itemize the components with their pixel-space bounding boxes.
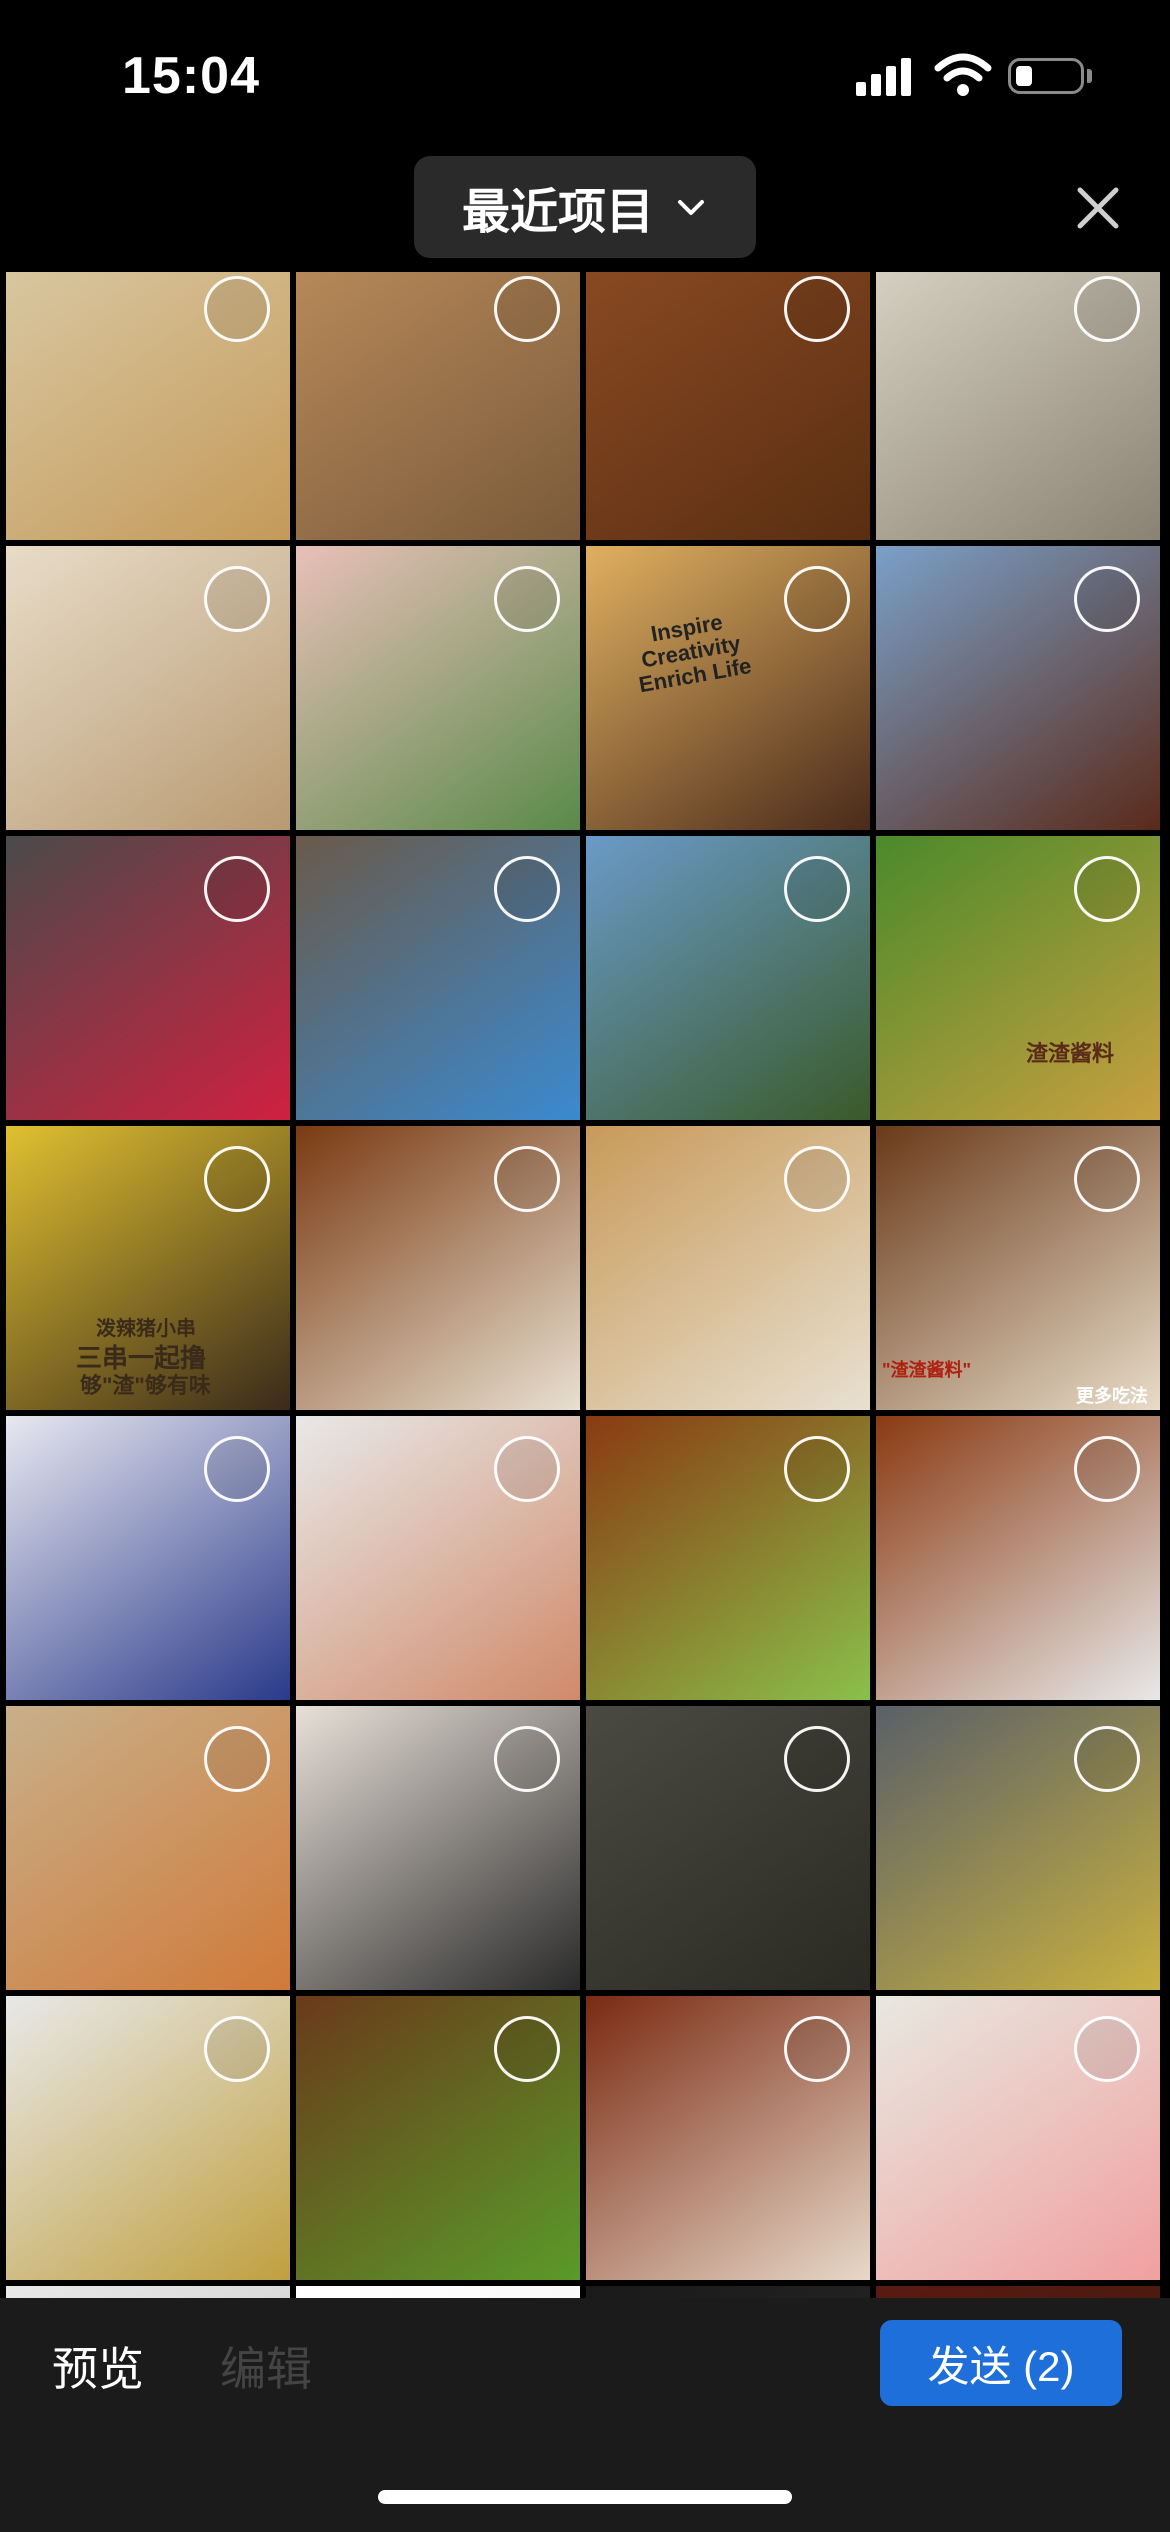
album-selector[interactable]: 最近项目 <box>414 156 756 258</box>
photo-tv-room[interactable] <box>296 836 580 1120</box>
edit-button[interactable]: 编辑 <box>220 2333 312 2399</box>
select-circle-icon[interactable] <box>1074 2016 1140 2082</box>
select-circle-icon[interactable] <box>1074 566 1140 632</box>
photo-text-skewer-sign-1: 泼辣猪小串 <box>96 1318 196 1340</box>
photo-pancakes-sauce[interactable] <box>6 272 290 540</box>
select-circle-icon[interactable] <box>494 1436 560 1502</box>
select-circle-icon[interactable] <box>1074 1726 1140 1792</box>
photo-meat-stew[interactable] <box>586 1996 870 2280</box>
select-circle-icon[interactable] <box>204 1726 270 1792</box>
photo-fried-rice-claypot[interactable] <box>296 272 580 540</box>
select-circle-icon[interactable] <box>784 1726 850 1792</box>
photo-pork-trotters[interactable] <box>296 1126 580 1410</box>
photo-text-beans-sign: 渣渣酱料 <box>1026 1041 1115 1066</box>
photo-grid: Inspire Creativity Enrich Life 渣渣酱料泼辣猪小串三… <box>0 272 1170 2298</box>
photo-spring-rolls[interactable] <box>296 1416 580 1700</box>
photo-partial-4[interactable] <box>876 2286 1160 2298</box>
select-circle-icon[interactable] <box>204 566 270 632</box>
photo-roast-duck-salad[interactable] <box>876 1416 1160 1700</box>
album-title: 最近项目 <box>461 186 654 239</box>
photo-oysters[interactable] <box>876 272 1160 540</box>
select-circle-icon[interactable] <box>204 1146 270 1212</box>
photo-green-beans[interactable]: 渣渣酱料 <box>876 836 1160 1120</box>
select-circle-icon[interactable] <box>204 856 270 922</box>
select-circle-icon[interactable] <box>784 2016 850 2082</box>
photo-egg-tarts[interactable]: Inspire Creativity Enrich Life <box>586 546 870 830</box>
wifi-icon <box>934 53 992 96</box>
select-circle-icon[interactable] <box>1074 276 1140 342</box>
select-circle-icon[interactable] <box>1074 1146 1140 1212</box>
select-circle-icon[interactable] <box>204 2016 270 2082</box>
select-circle-icon[interactable] <box>1074 856 1140 922</box>
photo-mooncake-hand[interactable] <box>296 546 580 830</box>
photo-partial-1[interactable] <box>6 2286 290 2298</box>
select-circle-icon[interactable] <box>204 276 270 342</box>
photo-thumbnail <box>586 2286 870 2298</box>
select-circle-icon[interactable] <box>1074 1436 1140 1502</box>
photo-dining-table[interactable] <box>6 1706 290 1990</box>
photo-thumbnail <box>6 2286 290 2298</box>
cellular-signal-icon <box>856 56 914 96</box>
photo-night-lamp[interactable] <box>586 1706 870 1990</box>
select-circle-icon[interactable] <box>494 856 560 922</box>
photo-street-light[interactable] <box>876 1706 1160 1990</box>
close-icon[interactable] <box>1068 178 1128 238</box>
photo-mooncakes-plate[interactable] <box>6 1996 290 2280</box>
photo-braised-meat[interactable] <box>586 272 870 540</box>
select-circle-icon[interactable] <box>784 1146 850 1212</box>
home-indicator <box>378 2490 792 2504</box>
select-circle-icon[interactable] <box>494 2016 560 2082</box>
select-circle-icon[interactable] <box>784 566 850 632</box>
select-circle-icon[interactable] <box>784 276 850 342</box>
photo-roast-duck[interactable] <box>586 1416 870 1700</box>
battery-icon <box>1008 58 1084 94</box>
photo-partial-doc[interactable]: n business status. Avoid unreas <box>296 2286 580 2298</box>
status-time: 15:04 <box>122 47 260 105</box>
photo-dog-hug[interactable] <box>296 1706 580 1990</box>
photo-text-more-dishes: 更多吃法 <box>1076 1386 1148 1406</box>
select-circle-icon[interactable] <box>494 1726 560 1792</box>
select-circle-icon[interactable] <box>494 1146 560 1212</box>
battery-tip <box>1087 69 1092 83</box>
photo-skewers[interactable]: 泼辣猪小串 三串一起撸 够"渣"够有味 <box>6 1126 290 1410</box>
send-button[interactable]: 发送 (2) <box>880 2320 1122 2406</box>
select-circle-icon[interactable] <box>204 1436 270 1502</box>
photo-red-dog-statue[interactable] <box>6 836 290 1120</box>
photo-robot-figure[interactable] <box>6 1416 290 1700</box>
photo-text-skewer-sign-3: 够"渣"够有味 <box>80 1373 211 1398</box>
photo-fish-dish[interactable] <box>296 1996 580 2280</box>
photo-braised-pork[interactable]: "渣渣酱料" 更多吃法 <box>876 1126 1160 1410</box>
preview-button[interactable]: 预览 <box>52 2333 144 2399</box>
status-bar: 15:04 <box>0 0 1170 150</box>
photo-gift-box[interactable] <box>876 1996 1160 2280</box>
photo-partial-3[interactable] <box>586 2286 870 2298</box>
photo-building[interactable] <box>876 546 1160 830</box>
photo-text-braised-sign: "渣渣酱料" <box>882 1360 972 1380</box>
photo-table-dishes[interactable] <box>586 1126 870 1410</box>
select-circle-icon[interactable] <box>784 856 850 922</box>
photo-thumbnail <box>876 2286 1160 2298</box>
select-circle-icon[interactable] <box>784 1436 850 1502</box>
select-circle-icon[interactable] <box>494 276 560 342</box>
chevron-down-icon <box>678 200 704 215</box>
photo-thumbnail <box>296 2286 580 2298</box>
photo-baked-oyster[interactable] <box>6 546 290 830</box>
select-circle-icon[interactable] <box>494 566 560 632</box>
photo-tree-sky[interactable] <box>586 836 870 1120</box>
